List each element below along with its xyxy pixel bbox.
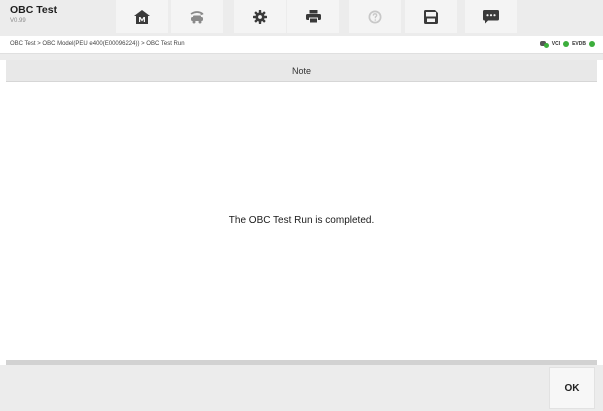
dialog-message: The OBC Test Run is completed. (228, 215, 375, 226)
ok-button[interactable]: OK (549, 367, 595, 409)
dialog-header: Note (6, 60, 597, 82)
help-button[interactable] (349, 0, 401, 33)
breadcrumb: OBC Test > OBC Model(PEU e400(E00096224)… (10, 41, 185, 47)
vehicle-swap-button[interactable] (171, 0, 223, 33)
connection-status: VCI EVDB (539, 40, 595, 48)
app-title-block: OBC Test V0.99 (10, 4, 57, 26)
breadcrumb-bar: OBC Test > OBC Model(PEU e400(E00096224)… (0, 36, 603, 54)
save-icon (424, 9, 438, 24)
vehicle-swap-icon (190, 10, 204, 23)
gear-icon (253, 9, 267, 24)
dialog-body: The OBC Test Run is completed. (6, 82, 597, 360)
settings-button[interactable] (234, 0, 286, 33)
data-logging-button[interactable] (465, 0, 517, 33)
home-button[interactable] (116, 0, 168, 33)
evdb-status-dot (589, 41, 595, 47)
vci-status-label: VCI (551, 41, 561, 47)
vehicle-status-icon (539, 40, 549, 48)
vci-status-dot (563, 41, 570, 47)
evdb-status-label: EVDB (572, 41, 586, 47)
printer-icon (305, 10, 321, 23)
save-button[interactable] (405, 0, 457, 33)
message-icon (483, 9, 499, 23)
app-title: OBC Test (10, 4, 58, 16)
home-icon (134, 9, 150, 24)
help-icon (368, 10, 382, 23)
app-version: V0.99 (10, 18, 26, 24)
top-toolbar: OBC Test V0.99 (0, 0, 603, 36)
print-button[interactable] (287, 0, 339, 33)
dialog-title: Note (291, 65, 311, 76)
footer-bar: OK (0, 365, 603, 411)
